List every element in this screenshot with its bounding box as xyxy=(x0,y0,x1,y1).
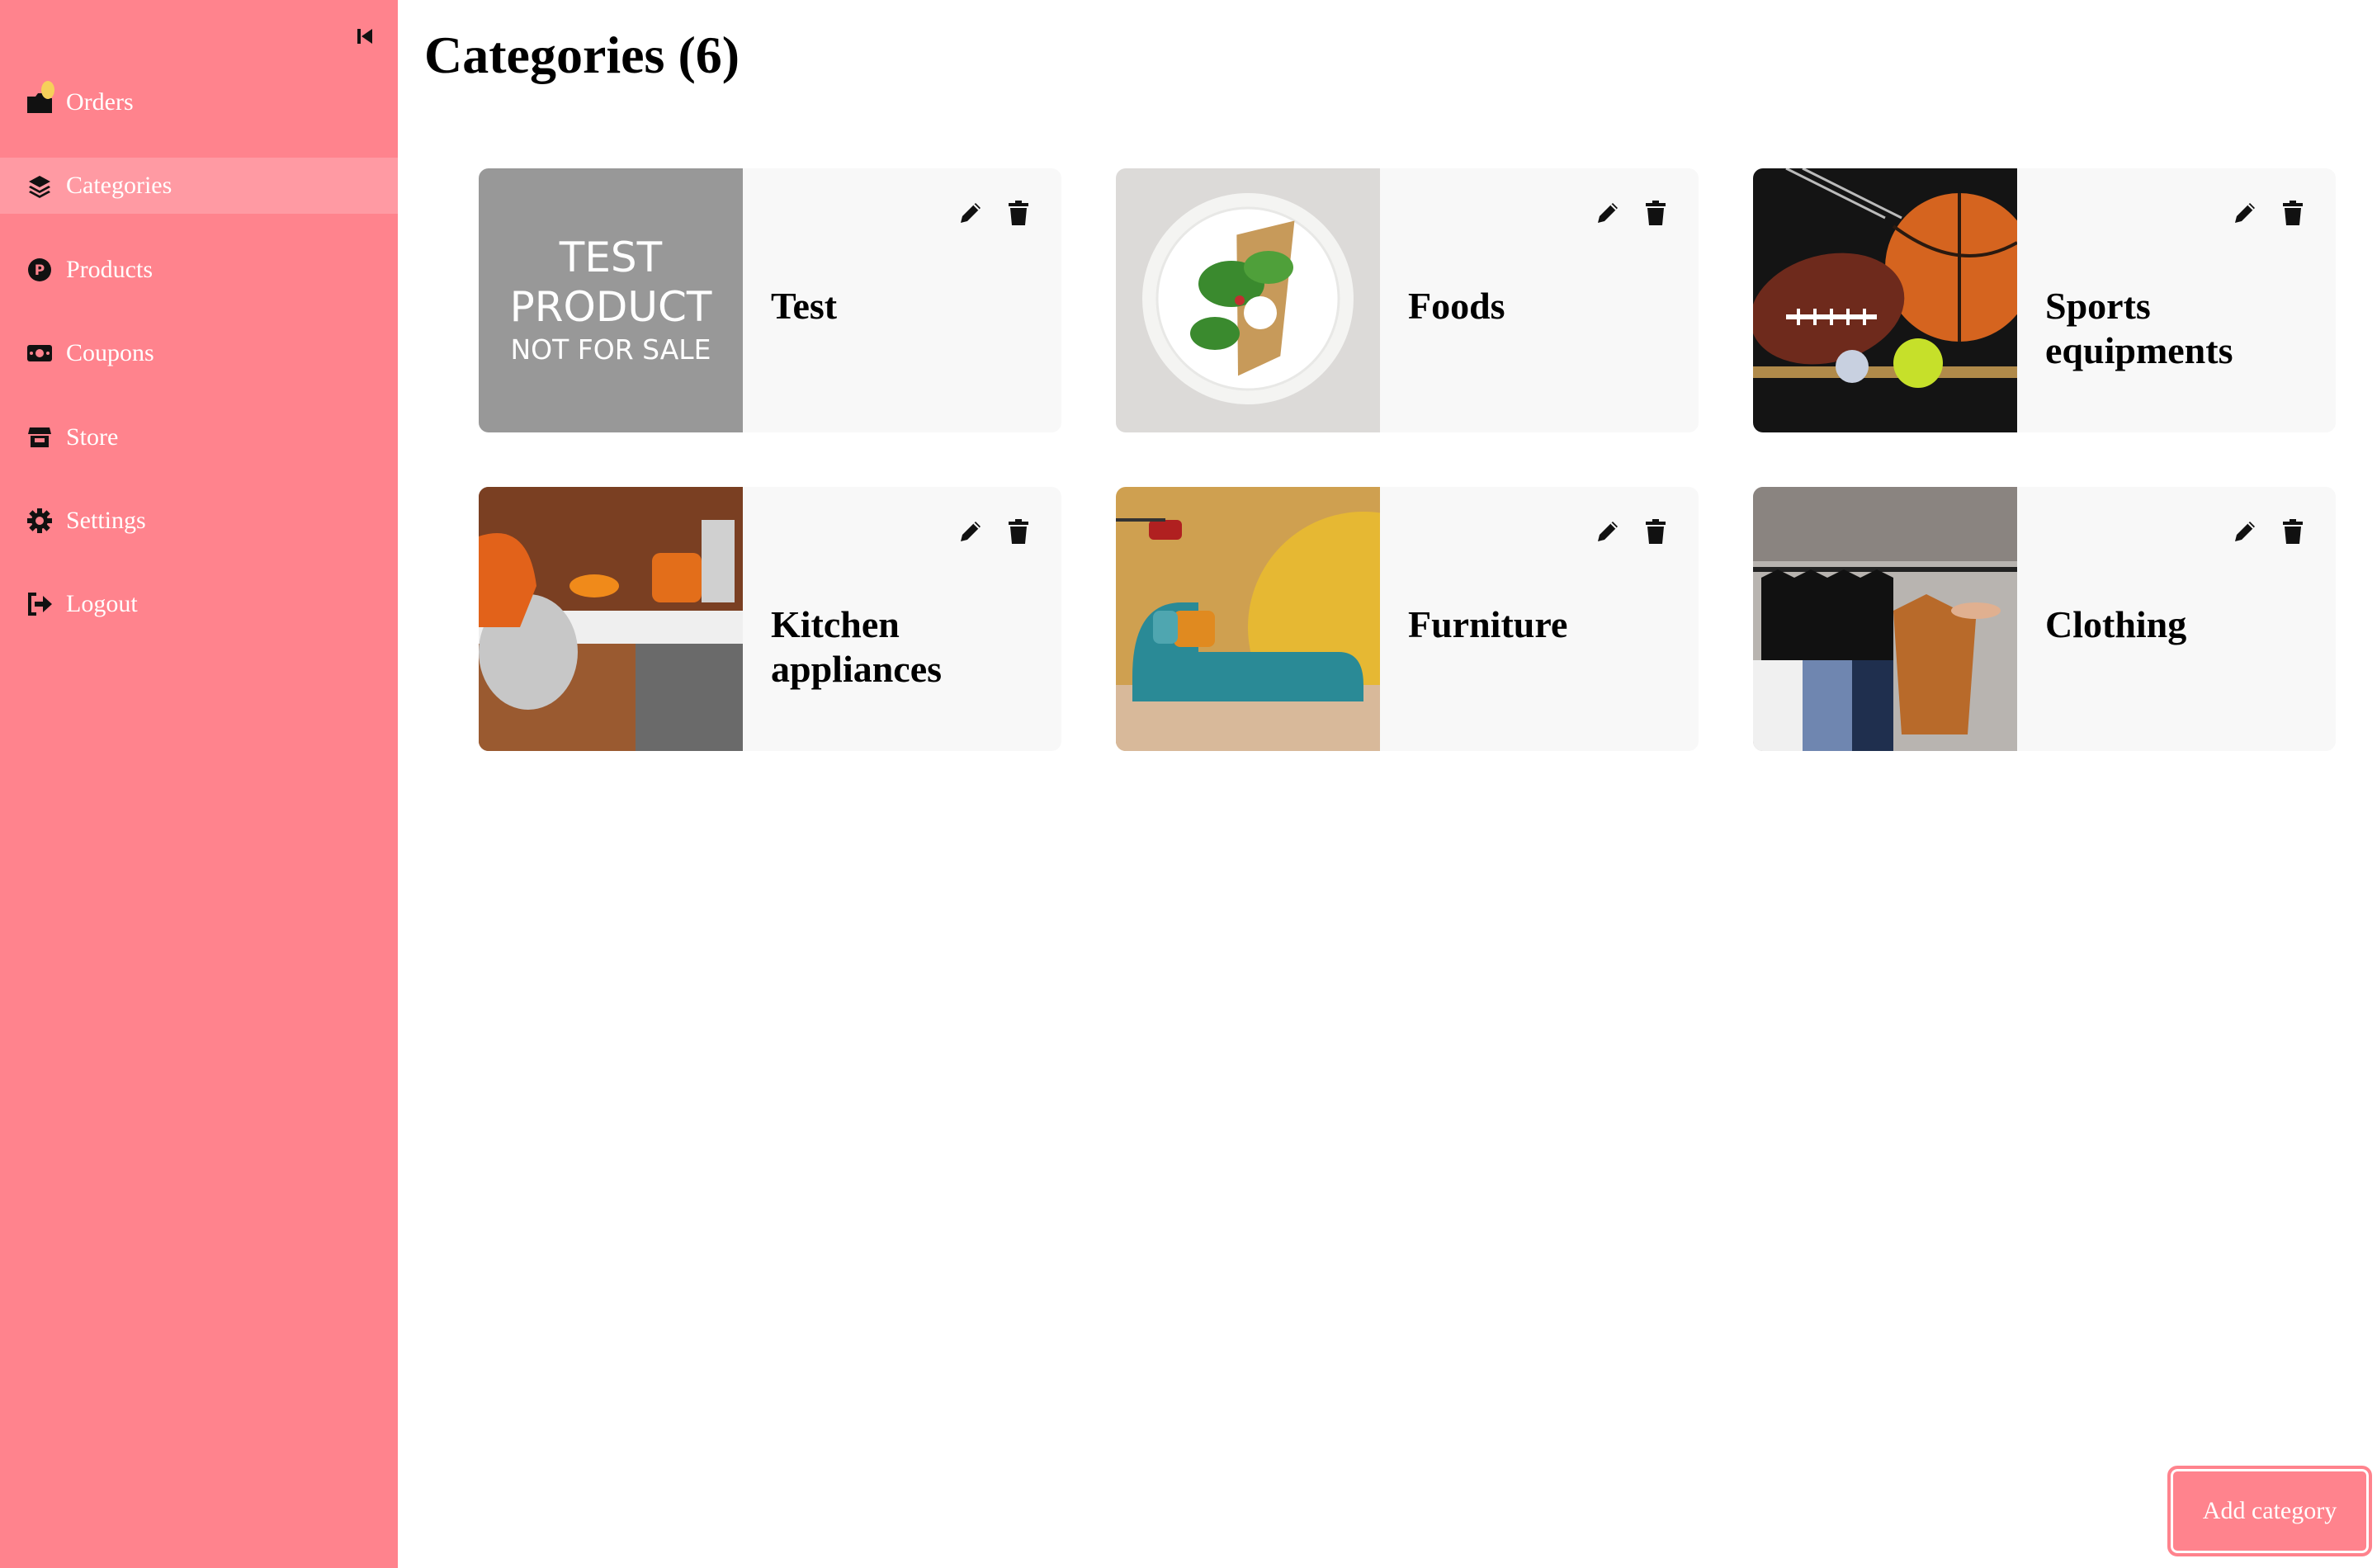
category-name: Sports equipments xyxy=(2045,285,2233,371)
sidebar-item-products[interactable]: P Products xyxy=(0,242,398,298)
category-name: Test xyxy=(771,285,838,327)
svg-text:P: P xyxy=(35,262,45,279)
edit-icon[interactable] xyxy=(956,198,985,228)
category-name: Clothing xyxy=(2045,603,2187,645)
sidebar-item-label: Categories xyxy=(66,172,172,199)
sidebar-item-logout[interactable]: Logout xyxy=(0,576,398,632)
image-text: PRODUCT xyxy=(509,283,712,331)
gear-icon xyxy=(25,506,54,536)
trash-icon[interactable] xyxy=(1641,198,1671,228)
orders-icon xyxy=(25,81,54,117)
edit-icon[interactable] xyxy=(1593,198,1623,228)
kitchen-mixer-photo xyxy=(479,487,743,751)
layers-icon xyxy=(25,171,54,201)
category-card[interactable]: Furniture xyxy=(1116,487,1699,751)
edit-icon[interactable] xyxy=(2230,198,2260,228)
category-name: Foods xyxy=(1408,285,1505,327)
sports-balls-photo xyxy=(1753,168,2017,432)
logout-icon xyxy=(25,589,54,619)
page-title: Categories (6) xyxy=(424,26,740,84)
sidebar-item-label: Settings xyxy=(66,507,146,534)
image-text: TEST xyxy=(559,234,663,281)
sidebar-item-orders[interactable]: Orders xyxy=(0,74,398,130)
sidebar-item-label: Store xyxy=(66,423,119,451)
sidebar-item-settings[interactable]: Settings xyxy=(0,493,398,549)
image-text: NOT FOR SALE xyxy=(510,333,711,366)
sidebar-item-label: Logout xyxy=(66,590,138,617)
store-icon xyxy=(25,423,54,452)
sidebar-item-label: Orders xyxy=(66,88,134,116)
teal-sofa-photo xyxy=(1116,487,1380,751)
sidebar-item-categories[interactable]: Categories xyxy=(0,158,398,214)
trash-icon[interactable] xyxy=(2278,198,2308,228)
sidebar-item-store[interactable]: Store xyxy=(0,409,398,465)
add-category-button[interactable]: Add category xyxy=(2167,1466,2372,1556)
product-p-icon: P xyxy=(25,255,54,285)
trash-icon[interactable] xyxy=(1004,517,1033,546)
coupon-icon xyxy=(25,338,54,368)
category-card[interactable]: Clothing xyxy=(1753,487,2336,751)
sidebar-item-coupons[interactable]: Coupons xyxy=(0,325,398,381)
edit-icon[interactable] xyxy=(2230,517,2260,546)
trash-icon[interactable] xyxy=(1004,198,1033,228)
category-card[interactable]: TEST PRODUCT NOT FOR SALE Test xyxy=(479,168,1061,432)
category-card[interactable]: Sports equipments xyxy=(1753,168,2336,432)
trash-icon[interactable] xyxy=(2278,517,2308,546)
sidebar-item-label: Products xyxy=(66,256,153,283)
category-card[interactable]: Foods xyxy=(1116,168,1699,432)
edit-icon[interactable] xyxy=(1593,517,1623,546)
food-plate-photo xyxy=(1116,168,1380,432)
clothing-rack-photo xyxy=(1753,487,2017,751)
category-card[interactable]: Kitchen appliances xyxy=(479,487,1061,751)
collapse-sidebar-icon[interactable] xyxy=(353,25,376,48)
test-product-placeholder: TEST PRODUCT NOT FOR SALE xyxy=(479,168,743,432)
category-name: Furniture xyxy=(1408,603,1568,645)
trash-icon[interactable] xyxy=(1641,517,1671,546)
sidebar-item-label: Coupons xyxy=(66,339,154,366)
notification-dot xyxy=(41,81,54,99)
edit-icon[interactable] xyxy=(956,517,985,546)
sidebar: Orders Categories P Products Coupons Sto… xyxy=(0,0,398,1568)
category-name: Kitchen appliances xyxy=(771,603,943,690)
